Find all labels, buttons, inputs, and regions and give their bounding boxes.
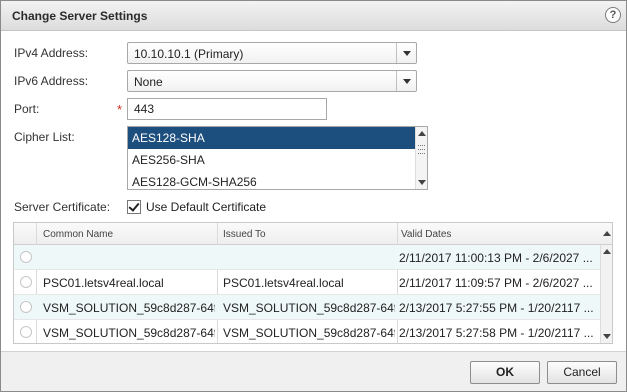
scroll-up-icon[interactable] <box>603 249 611 254</box>
table-row[interactable]: 2/11/2017 11:00:13 PM - 2/6/2027 ... <box>14 245 600 270</box>
ipv6-label: IPv6 Address: <box>14 74 89 88</box>
ipv4-label: IPv4 Address: <box>14 46 89 60</box>
ipv4-dropdown-button[interactable] <box>396 43 416 63</box>
cell-issued-to: PSC01.letsv4real.local <box>223 276 344 290</box>
cell-common-name: VSM_SOLUTION_59c8d287-64f <box>43 326 215 340</box>
scroll-up-icon[interactable] <box>418 131 426 136</box>
ipv4-select-value: 10.10.10.1 (Primary) <box>134 47 244 61</box>
row-radio[interactable] <box>20 326 32 338</box>
scroll-down-icon[interactable] <box>418 180 426 185</box>
dialog-footer: OK Cancel <box>1 351 626 391</box>
column-header-valid-dates[interactable]: Valid Dates <box>401 229 451 240</box>
cell-valid-dates: 2/13/2017 5:27:55 PM - 1/20/2117 ... <box>399 301 594 315</box>
cell-common-name: VSM_SOLUTION_59c8d287-64f <box>43 301 215 315</box>
scroll-down-icon[interactable] <box>603 334 611 339</box>
change-server-settings-dialog: Change Server Settings ? IPv4 Address: 1… <box>0 0 627 392</box>
cipher-listbox[interactable]: AES128-SHA AES256-SHA AES128-GCM-SHA256 <box>127 126 428 190</box>
ipv6-dropdown-button[interactable] <box>396 71 416 91</box>
cell-issued-to: VSM_SOLUTION_59c8d287-64f <box>223 326 395 340</box>
grid-scrollbar[interactable] <box>600 245 612 343</box>
chevron-down-icon <box>403 79 411 84</box>
checkmark-icon <box>128 200 140 212</box>
server-certificate-label: Server Certificate: <box>14 200 111 214</box>
port-label: Port: <box>14 102 40 116</box>
ipv4-select[interactable]: 10.10.10.1 (Primary) <box>127 42 417 64</box>
cipher-list-label: Cipher List: <box>14 130 75 144</box>
ok-button[interactable]: OK <box>470 361 540 384</box>
row-radio[interactable] <box>20 251 32 263</box>
use-default-certificate-checkbox[interactable] <box>127 200 141 214</box>
cell-valid-dates: 2/11/2017 11:00:13 PM - 2/6/2027 ... <box>399 251 593 265</box>
table-row[interactable]: VSM_SOLUTION_59c8d287-64f VSM_SOLUTION_5… <box>14 320 600 343</box>
cipher-option[interactable]: AES128-GCM-SHA256 <box>128 171 416 189</box>
row-radio[interactable] <box>20 301 32 313</box>
certificate-grid: Common Name Issued To Valid Dates 2/11/2… <box>13 222 613 344</box>
use-default-certificate-label[interactable]: Use Default Certificate <box>146 200 266 214</box>
cell-valid-dates: 2/11/2017 11:09:57 PM - 2/6/2027 ... <box>399 276 593 290</box>
ipv6-select[interactable]: None <box>127 70 417 92</box>
chevron-down-icon <box>403 51 411 56</box>
dialog-title: Change Server Settings <box>12 9 148 23</box>
grid-header: Common Name Issued To Valid Dates <box>14 223 612 245</box>
sort-up-icon <box>603 231 611 236</box>
cell-common-name: PSC01.letsv4real.local <box>43 276 164 290</box>
cipher-scrollbar[interactable] <box>415 127 427 189</box>
title-bar: Change Server Settings ? <box>1 1 626 31</box>
table-row[interactable]: VSM_SOLUTION_59c8d287-64f VSM_SOLUTION_5… <box>14 295 600 320</box>
port-input[interactable] <box>127 98 327 120</box>
cipher-option-selected[interactable]: AES128-SHA <box>128 127 416 149</box>
required-asterisk: * <box>117 102 123 117</box>
help-icon[interactable]: ? <box>605 7 621 23</box>
column-header-issued-to[interactable]: Issued To <box>223 229 266 240</box>
cancel-button[interactable]: Cancel <box>547 361 617 384</box>
cipher-option[interactable]: AES256-SHA <box>128 149 416 171</box>
row-radio[interactable] <box>20 276 32 288</box>
table-row[interactable]: PSC01.letsv4real.local PSC01.letsv4real.… <box>14 270 600 295</box>
cell-valid-dates: 2/13/2017 5:27:58 PM - 1/20/2117 ... <box>399 326 594 340</box>
scroll-thumb[interactable] <box>418 143 425 163</box>
ipv6-select-value: None <box>134 75 163 89</box>
cell-issued-to: VSM_SOLUTION_59c8d287-64f <box>223 301 395 315</box>
column-header-common-name[interactable]: Common Name <box>43 229 113 240</box>
